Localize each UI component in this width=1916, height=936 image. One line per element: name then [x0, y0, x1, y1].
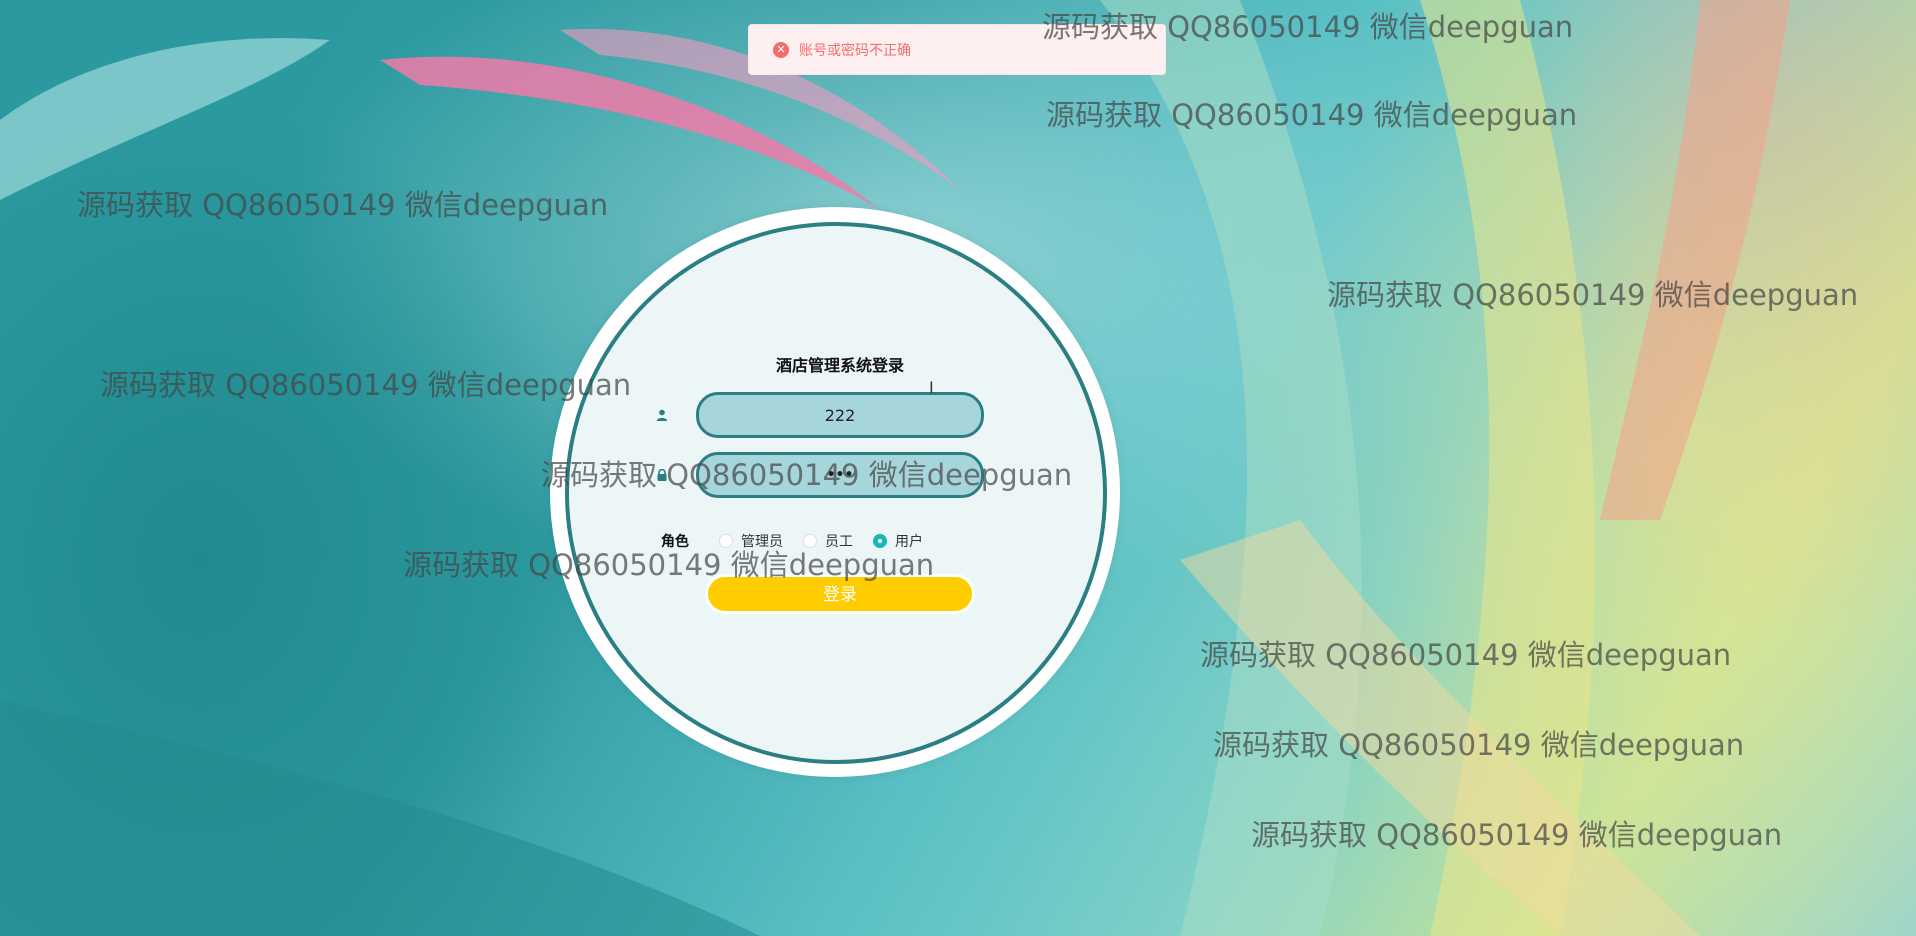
error-toast: ✕ 账号或密码不正确: [748, 24, 1166, 75]
error-message: 账号或密码不正确: [799, 42, 911, 59]
watermark: 源码获取 QQ86050149 微信deepguan: [77, 188, 609, 222]
login-page: ✕ 账号或密码不正确 酒店管理系统登录 I 角色: [0, 0, 1916, 936]
watermark: 源码获取 QQ86050149 微信deepguan: [1213, 728, 1745, 762]
role-option-user[interactable]: 用户: [873, 531, 923, 551]
role-option-label: 管理员: [741, 534, 783, 550]
login-button[interactable]: 登录: [705, 574, 975, 614]
radio-user[interactable]: [873, 534, 887, 548]
role-option-staff[interactable]: 员工: [803, 531, 853, 551]
radio-staff[interactable]: [803, 534, 817, 548]
role-option-label: 员工: [825, 534, 853, 550]
error-circle-icon: ✕: [773, 41, 789, 58]
role-label: 角色: [661, 534, 689, 550]
watermark: 源码获取 QQ86050149 微信deepguan: [1327, 278, 1859, 312]
watermark: 源码获取 QQ86050149 微信deepguan: [1251, 818, 1783, 852]
radio-admin[interactable]: [719, 534, 733, 548]
password-input[interactable]: [696, 452, 984, 498]
login-card: 酒店管理系统登录 I 角色 管理员: [550, 207, 1120, 777]
role-option-label: 用户: [895, 534, 923, 550]
username-input[interactable]: [696, 392, 984, 438]
watermark: 源码获取 QQ86050149 微信deepguan: [1046, 98, 1578, 132]
watermark: 源码获取 QQ86050149 微信deepguan: [100, 368, 632, 402]
user-icon: [656, 409, 668, 421]
text-cursor-icon: I: [929, 378, 934, 397]
lock-icon: [657, 469, 667, 481]
watermark: 源码获取 QQ86050149 微信deepguan: [1200, 638, 1732, 672]
role-option-admin[interactable]: 管理员: [719, 531, 783, 551]
role-selector: 角色 管理员 员工 用户: [661, 531, 943, 551]
login-card-inner: 酒店管理系统登录 I 角色 管理员: [565, 222, 1107, 764]
login-title: 酒店管理系统登录: [775, 356, 904, 375]
